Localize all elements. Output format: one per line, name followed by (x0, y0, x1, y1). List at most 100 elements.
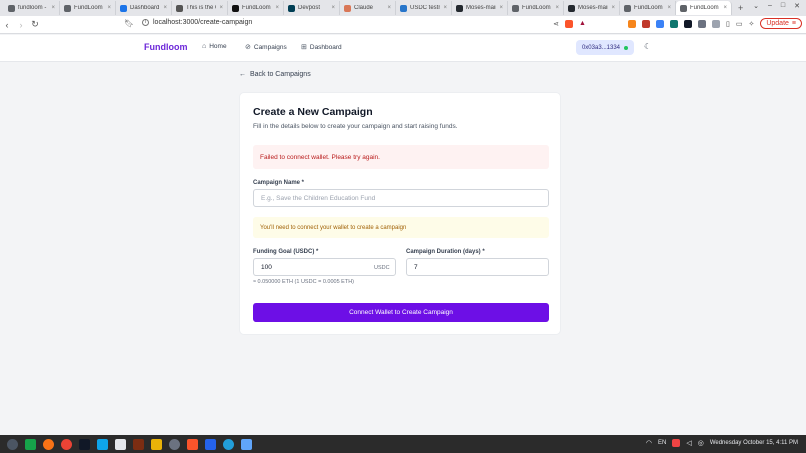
create-campaign-card: Create a New Campaign Fill in the detail… (239, 92, 561, 335)
clock[interactable]: Wednesday October 15, 4:11 PM (710, 440, 798, 446)
browser-tab[interactable]: Moses-main/f× (452, 1, 508, 15)
browser-tab[interactable]: Moses-main/f× (564, 1, 620, 15)
campaign-name-label: Campaign Name * (253, 180, 305, 186)
firefox-icon[interactable] (43, 438, 54, 450)
tab-close-icon[interactable]: × (51, 5, 55, 11)
brave-rewards-icon[interactable]: ▲ (579, 20, 586, 27)
update-button[interactable]: Update ≡ (760, 18, 802, 29)
new-tab-icon[interactable]: + (738, 3, 743, 13)
tab-close-icon[interactable]: × (723, 5, 727, 11)
extension-icon[interactable] (641, 19, 650, 28)
system-tray: ◠ EN ◁ ◎ Wednesday October 15, 4:11 PM (646, 439, 798, 447)
app-icon[interactable] (241, 438, 252, 450)
browser-tab[interactable]: fundloom - Cr× (4, 1, 60, 15)
browser-tab-bar: fundloom - Cr×FundLoom dapp×Dashboard - … (0, 0, 806, 16)
tab-title: FundLoom (@f (242, 5, 272, 11)
page-title: Create a New Campaign (253, 106, 373, 118)
share-icon[interactable]: ⋖ (553, 20, 559, 28)
nav-home[interactable]: ⌂ Home (202, 43, 227, 50)
tab-title: FundLoom dapp (522, 5, 552, 11)
tab-close-icon[interactable]: × (555, 5, 559, 11)
notification-icon[interactable]: ◎ (698, 439, 704, 447)
extension-icon[interactable] (655, 19, 664, 28)
volume-icon[interactable]: ◁ (686, 439, 691, 447)
tab-favicon-icon (680, 4, 687, 12)
metamask-extension-icon[interactable] (627, 19, 636, 28)
browser-tab[interactable]: FundLoom dapp× (60, 1, 116, 15)
bookmark-icon[interactable]: 🔖︎ (124, 19, 134, 28)
tab-favicon-icon (64, 4, 71, 12)
nav-campaigns[interactable]: ⊘ Campaigns (245, 43, 287, 52)
chrome-icon[interactable] (61, 438, 72, 450)
moon-icon[interactable]: ☾ (644, 42, 651, 51)
extension-icon[interactable] (683, 19, 692, 28)
vscode-icon[interactable] (205, 438, 216, 450)
tab-title: This is the Ca (186, 5, 216, 11)
browser-tab[interactable]: Claude × (340, 1, 396, 15)
browser-tab[interactable]: FundLoom dapp× (620, 1, 676, 15)
reload-icon[interactable]: ↻ (28, 19, 42, 30)
maximize-icon[interactable]: □ (781, 2, 785, 10)
terminal-icon[interactable] (79, 438, 90, 450)
nav-dashboard[interactable]: ⊞ Dashboard (301, 43, 342, 52)
forward-arrow-icon[interactable]: › (14, 20, 28, 30)
back-to-campaigns-link[interactable]: ← Back to Campaigns (239, 71, 311, 78)
wallet-icon[interactable]: ▭ (736, 20, 743, 28)
tab-close-icon[interactable]: × (387, 5, 391, 11)
wallet-address-button[interactable]: 0x03a3...1334 (576, 40, 634, 55)
chevron-down-icon[interactable]: ⌄ (753, 2, 759, 10)
tab-close-icon[interactable]: × (275, 5, 279, 11)
wallet-warning-alert: You'll need to connect your wallet to cr… (253, 217, 549, 238)
extension-icon[interactable] (711, 19, 720, 28)
duration-input[interactable] (406, 258, 549, 276)
app-icon[interactable] (151, 438, 162, 450)
wps-icon[interactable] (115, 438, 126, 450)
telegram-icon[interactable] (223, 438, 234, 450)
tab-title: Dashboard - A (130, 5, 160, 11)
screenshot-icon[interactable] (97, 438, 108, 450)
language-indicator[interactable]: EN (658, 440, 666, 446)
start-menu-icon[interactable] (7, 438, 18, 450)
tab-close-icon[interactable]: × (667, 5, 671, 11)
sidebar-toggle-icon[interactable]: ▯ (726, 20, 730, 28)
tray-icon[interactable] (672, 439, 681, 447)
window-controls: ⌄ – □ ✕ (753, 2, 800, 10)
url-field[interactable]: i localhost:3000/create-campaign (142, 19, 252, 26)
tab-close-icon[interactable]: × (219, 5, 223, 11)
tab-close-icon[interactable]: × (163, 5, 167, 11)
browser-tab[interactable]: USDC testnet× (396, 1, 452, 15)
brand-logo[interactable]: Fundloom (144, 42, 188, 52)
site-info-icon[interactable]: i (142, 19, 149, 26)
tab-close-icon[interactable]: × (499, 5, 503, 11)
tab-title: FundLoom dapp (634, 5, 664, 11)
close-icon[interactable]: ✕ (794, 2, 800, 10)
wifi-icon[interactable]: ◠ (646, 439, 652, 447)
campaign-name-input[interactable] (253, 189, 549, 207)
tab-close-icon[interactable]: × (611, 5, 615, 11)
app-icon[interactable] (133, 438, 144, 450)
browser-tab[interactable]: FundLoom × (676, 1, 732, 15)
github-desktop-icon[interactable] (169, 438, 180, 450)
extension-icon[interactable] (669, 19, 678, 28)
brave-shield-icon[interactable] (565, 19, 574, 28)
tab-close-icon[interactable]: × (331, 5, 335, 11)
browser-tab[interactable]: FundLoom dapp× (508, 1, 564, 15)
tab-close-icon[interactable]: × (107, 5, 111, 11)
os-taskbar: ◠ EN ◁ ◎ Wednesday October 15, 4:11 PM (0, 435, 806, 453)
file-manager-icon[interactable] (25, 438, 36, 450)
browser-tab[interactable]: Dashboard - A× (116, 1, 172, 15)
tab-close-icon[interactable]: × (443, 5, 447, 11)
browser-tab[interactable]: Devpost × (284, 1, 340, 15)
extension-icon[interactable] (697, 19, 706, 28)
connect-wallet-submit-button[interactable]: Connect Wallet to Create Campaign (253, 303, 549, 322)
browser-toolbar-right: ⋖ ▲ ▯ ▭ ✧ Update ≡ (553, 18, 802, 29)
ai-assistant-icon[interactable]: ✧ (748, 20, 754, 28)
minimize-icon[interactable]: – (768, 2, 772, 10)
tab-title: Moses-main/f (466, 5, 496, 11)
browser-tab[interactable]: This is the Ca× (172, 1, 228, 15)
browser-tab[interactable]: FundLoom (@f× (228, 1, 284, 15)
tab-favicon-icon (8, 4, 15, 12)
arrow-left-icon: ← (239, 71, 246, 78)
back-arrow-icon[interactable]: ‹ (0, 20, 14, 30)
brave-icon[interactable] (187, 438, 198, 450)
